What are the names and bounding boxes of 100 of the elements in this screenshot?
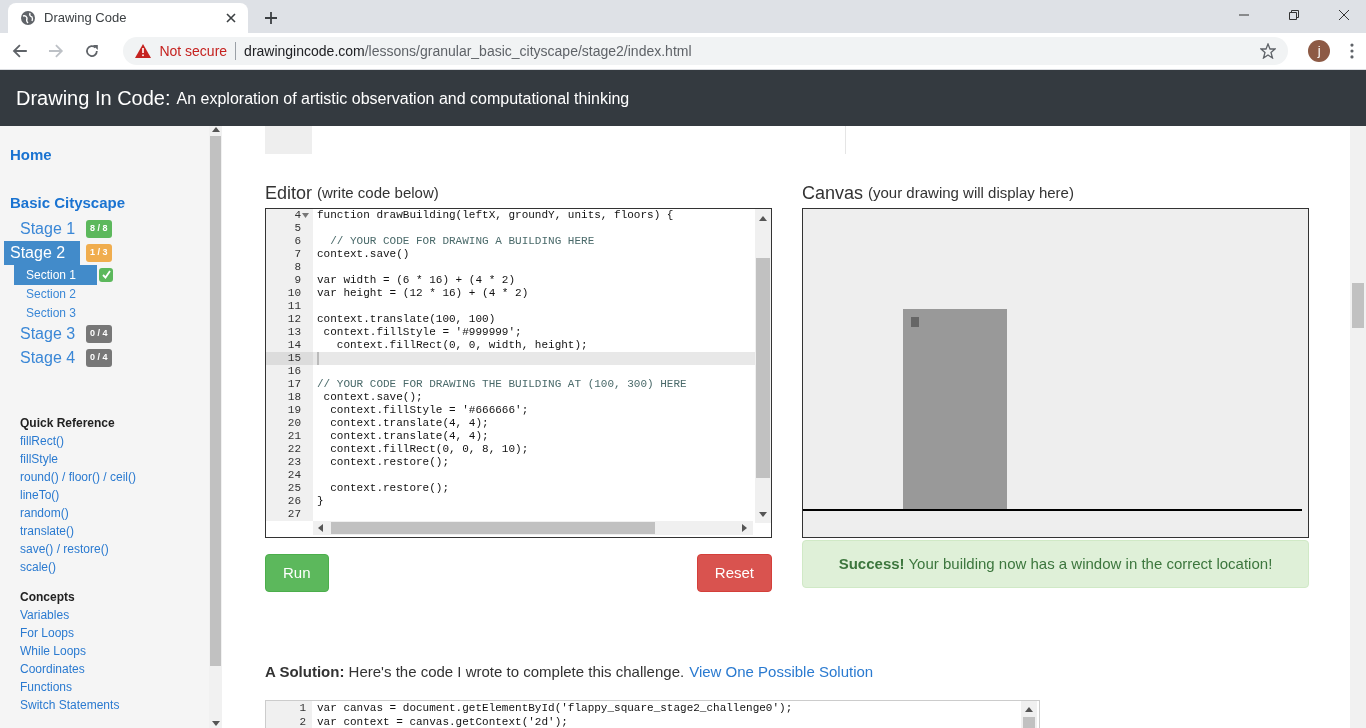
line-number: 27: [287, 508, 301, 521]
reference-link[interactable]: round() / floor() / ceil(): [20, 468, 137, 486]
reference-link[interactable]: scale(): [20, 558, 56, 576]
code-line: var context = canvas.getContext('2d');: [316, 714, 568, 728]
line-number: 16: [287, 365, 301, 378]
section-link[interactable]: Section 3: [14, 302, 97, 323]
security-label: Not secure: [159, 41, 228, 61]
reference-link[interactable]: Variables: [20, 606, 70, 624]
code-line: context.restore();: [329, 482, 450, 495]
restore-icon[interactable]: [1288, 9, 1300, 21]
code-line: var height = (12 * 16) + (4 * 2): [316, 287, 529, 300]
stage-link[interactable]: Stage 3: [10, 322, 80, 346]
line-number: 19: [287, 404, 301, 417]
reference-link[interactable]: For Loops: [20, 624, 75, 642]
site-title: Drawing In Code:: [16, 86, 171, 111]
line-number: 24: [287, 469, 301, 482]
section-link[interactable]: Section 2: [14, 283, 97, 304]
scroll-up-icon[interactable]: [1025, 705, 1033, 714]
reference-link[interactable]: translate(): [20, 522, 75, 540]
line-number: 18: [287, 391, 301, 404]
code-line: context.save();: [322, 391, 423, 404]
stage-link[interactable]: Stage 2: [4, 241, 80, 265]
reference-link[interactable]: random(): [20, 504, 69, 522]
scroll-right-icon[interactable]: [741, 524, 749, 532]
sidebar-scrollbar[interactable]: [209, 126, 222, 728]
reload-icon[interactable]: [83, 43, 100, 59]
group-heading: Concepts: [20, 589, 76, 606]
stage-link[interactable]: Stage 1: [10, 217, 80, 241]
canvas-hint: (your drawing will display here): [868, 183, 1074, 203]
solution-link[interactable]: View One Possible Solution: [689, 661, 874, 684]
alert-message: Success! Your building now has a window in the correct location!: [838, 553, 1273, 574]
line-number: 8: [294, 261, 301, 274]
reset-button[interactable]: Reset: [696, 554, 772, 592]
line-number: 22: [287, 443, 301, 456]
code-line: // YOUR CODE FOR DRAWING A BUILDING HERE: [329, 235, 595, 248]
star-icon[interactable]: [1260, 43, 1277, 59]
code-line: }: [316, 495, 324, 508]
vertical-scrollbar[interactable]: [1021, 700, 1037, 728]
preview-block: [265, 126, 312, 154]
scroll-down-icon[interactable]: [759, 511, 767, 519]
progress-badge: 8 / 8: [86, 220, 112, 238]
line-number: 20: [287, 417, 301, 430]
reference-link[interactable]: Functions: [20, 678, 73, 696]
vertical-scrollbar[interactable]: [755, 209, 771, 523]
progress-badge: 0 / 4: [86, 349, 112, 367]
reference-link[interactable]: fillRect(): [20, 432, 64, 450]
text-cursor: [317, 352, 319, 365]
close-icon[interactable]: [226, 13, 236, 23]
new-tab-icon[interactable]: [264, 11, 278, 25]
code-line: context.fillStyle = '#999999';: [322, 326, 522, 339]
code-line: function drawBuilding(leftX, groundY, units, floors) {: [316, 209, 674, 222]
fold-caret-icon[interactable]: [302, 213, 309, 218]
profile-avatar[interactable]: j: [1308, 40, 1331, 62]
url-text: drawingincode.com/lessons/granular_basic_cityscape/stage2/index.html: [244, 41, 692, 61]
reference-link[interactable]: While Loops: [20, 642, 87, 660]
code-line: // YOUR CODE FOR DRAWING THE BUILDING AT (100, 300) HERE: [316, 378, 687, 391]
section-link[interactable]: Section 1: [14, 264, 97, 285]
progress-badge: 0 / 4: [86, 325, 112, 343]
line-number: 1: [299, 701, 306, 714]
page-scrollbar[interactable]: [1350, 126, 1366, 728]
scroll-down-icon[interactable]: [211, 720, 220, 728]
line-number: 23: [287, 456, 301, 469]
site-subtitle: An exploration of artistic observation and computational thinking: [176, 89, 630, 109]
reference-link[interactable]: save() / restore(): [20, 540, 109, 558]
home-link[interactable]: Home: [10, 144, 52, 167]
horizontal-scrollbar[interactable]: [313, 521, 753, 535]
editor-title: Editor: [265, 182, 313, 205]
line-number: 25: [287, 482, 301, 495]
run-button[interactable]: Run: [265, 554, 329, 592]
course-link[interactable]: Basic Cityscape: [10, 191, 126, 214]
line-number: 11: [287, 300, 301, 313]
scroll-left-icon[interactable]: [317, 524, 325, 532]
reference-link[interactable]: Coordinates: [20, 660, 85, 678]
reference-link[interactable]: fillStyle: [20, 450, 58, 468]
address-bar[interactable]: Not secure drawingincode.com/lessons/granular_basic_cityscape/stage2/index.html: [123, 37, 1289, 65]
line-number: 12: [287, 313, 301, 326]
code-line: context.save(): [316, 248, 410, 261]
close-window-icon[interactable]: [1338, 9, 1350, 21]
line-number: 10: [287, 287, 301, 300]
code-line: var width = (6 * 16) + (4 * 2): [316, 274, 516, 287]
line-number: 26: [287, 495, 301, 508]
scroll-up-icon[interactable]: [759, 215, 767, 223]
code-line: context.translate(100, 100): [316, 313, 496, 326]
stage-link[interactable]: Stage 4: [10, 346, 80, 370]
reference-link[interactable]: Switch Statements: [20, 696, 120, 714]
progress-badge: 1 / 3: [86, 244, 112, 262]
code-editor[interactable]: [265, 208, 772, 538]
code-line: context.translate(4, 4);: [329, 417, 489, 430]
menu-icon[interactable]: [1350, 43, 1355, 59]
tab-title: Drawing Code: [44, 9, 128, 28]
solution-text: A Solution: Here's the code I wrote to complete this challenge.: [265, 662, 685, 682]
line-number: 14: [287, 339, 301, 352]
editor-hint: (write code below): [317, 183, 439, 203]
line-number: 2: [299, 715, 306, 728]
line-number: 15: [287, 352, 301, 365]
reference-link[interactable]: lineTo(): [20, 486, 60, 504]
back-icon[interactable]: [12, 43, 28, 59]
code-line: var canvas = document.getElementById('flappy_square_stage2_challenge0');: [316, 700, 793, 715]
browser-tab[interactable]: Drawing Code: [8, 3, 248, 33]
line-number: 13: [287, 326, 301, 339]
